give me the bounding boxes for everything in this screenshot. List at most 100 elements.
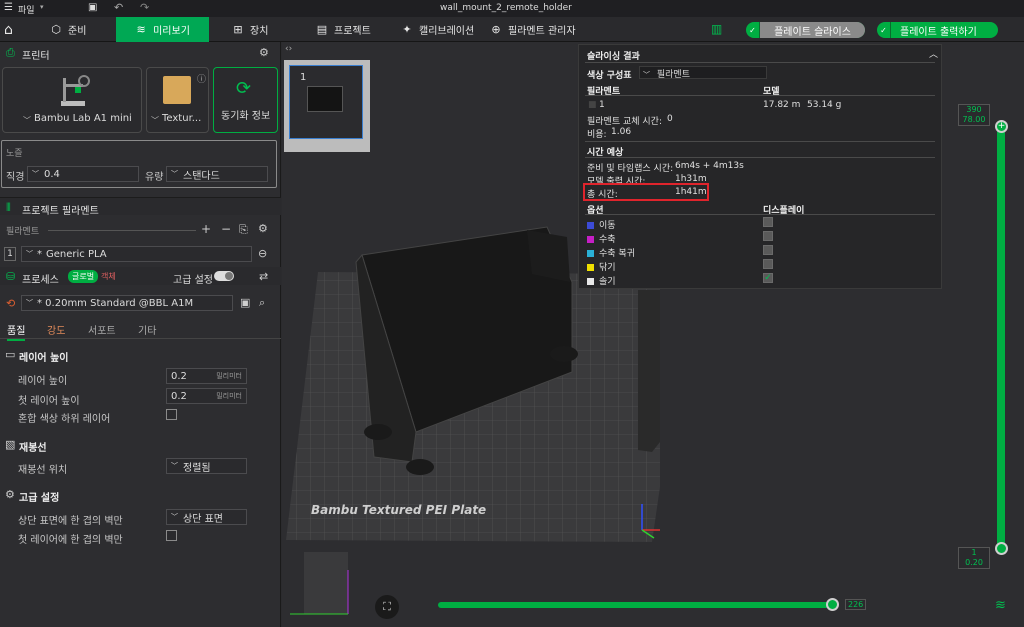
layer-height-input[interactable]: 0.2 밀리미터	[166, 368, 247, 384]
vertical-slider-top-handle[interactable]: +	[995, 120, 1008, 133]
nozzle-section-label: 노즐	[6, 149, 23, 159]
mixed-color-checkbox[interactable]	[166, 409, 177, 420]
slice-plate-button[interactable]: ✓ 플레이트 슬라이스	[746, 22, 865, 38]
vertical-slider-track[interactable]	[997, 128, 1005, 548]
top-wall-chevron-icon: ﹀	[171, 513, 178, 521]
home-button[interactable]: ⌂	[0, 17, 22, 42]
filament-settings-gear-icon[interactable]: ⚙	[258, 222, 268, 235]
horizontal-slider-track[interactable]	[438, 602, 833, 608]
option-unretract: 수축 복귀	[587, 246, 635, 259]
tab-project-label: 프로젝트	[334, 26, 371, 37]
retract-display-checkbox[interactable]	[763, 231, 773, 241]
results-divider-top	[585, 62, 935, 63]
device-icon: ⊞	[233, 22, 243, 36]
advanced-icon: ⚙	[5, 488, 15, 501]
diameter-select[interactable]: ﹀ 0.4	[27, 166, 139, 182]
filament-section-header: ⦀ 프로젝트 필라멘트	[0, 197, 281, 217]
profile-reset-icon[interactable]: ⟲	[6, 297, 15, 310]
layer-height-group-title: 레이어 높이	[19, 353, 69, 364]
unretract-label: 수축 복귀	[599, 249, 635, 259]
profile-search-icon[interactable]: ⌕	[259, 296, 265, 310]
top-wall-label: 상단 표면에 한 겹의 벽만	[18, 516, 123, 527]
process-icon: ⛁	[6, 270, 16, 283]
plate-type-card[interactable]: ⓘ ﹀ Textur...	[146, 67, 209, 133]
remove-filament-icon[interactable]: −	[221, 222, 231, 236]
top-wall-select[interactable]: ﹀ 상단 표면	[166, 509, 247, 525]
seam-chevron-icon: ﹀	[171, 462, 178, 470]
global-badge[interactable]: 글로벌	[68, 270, 99, 283]
travel-swatch	[587, 222, 594, 229]
seam-position-select[interactable]: ﹀ 정렬됨	[166, 458, 247, 474]
printer-image	[61, 75, 90, 106]
sync-info-button[interactable]: ⟳ 동기화 정보	[213, 67, 278, 133]
redo-icon[interactable]: ↷	[140, 1, 149, 14]
wipe-display-checkbox[interactable]	[763, 259, 773, 269]
view-cube-button[interactable]: ⛶	[375, 595, 399, 619]
object-badge[interactable]: 객체	[101, 271, 116, 282]
flow-select[interactable]: ﹀ 스탠다드	[166, 166, 268, 182]
seam-position-label: 재봉선 위치	[18, 465, 68, 476]
info-icon[interactable]: ⓘ	[197, 72, 206, 85]
filament-sync-icon[interactable]: ⎘	[239, 223, 248, 237]
tab-filament-manager[interactable]: ⊕ 필라멘트 관리자	[482, 17, 584, 42]
unretract-display-checkbox[interactable]	[763, 245, 773, 255]
tab-project[interactable]: ▤ 프로젝트	[308, 17, 379, 42]
tab-calibration[interactable]: ✦ 캘리브레이션	[393, 17, 482, 42]
option-seam: 솔기	[587, 274, 616, 287]
results-title: 슬라이싱 결과	[587, 52, 640, 62]
vertical-slider-bottom-handle[interactable]	[995, 542, 1008, 555]
diameter-chevron-icon: ﹀	[32, 170, 39, 178]
first-layer-height-value: 0.2	[171, 390, 187, 402]
first-layer-height-input[interactable]: 0.2 밀리미터	[166, 388, 247, 404]
tab-strength[interactable]: 강도	[47, 322, 65, 337]
flow-value: 스탠다드	[183, 170, 220, 182]
add-filament-icon[interactable]: +	[201, 222, 211, 236]
tab-prepare[interactable]: ⬡ 준비	[42, 17, 94, 42]
seam-display-checkbox[interactable]: ✓	[763, 273, 773, 283]
layer-height-value: 0.2	[171, 370, 187, 382]
menu-icon[interactable]: ☰	[4, 2, 13, 13]
first-wall-checkbox[interactable]	[166, 530, 177, 541]
menu-chevron-icon: ▾	[40, 3, 44, 11]
tab-preview[interactable]: ≋ 미리보기	[116, 17, 209, 42]
printer-section-header: ⎙ 프린터 ⚙	[0, 44, 281, 62]
results-divider-4	[585, 214, 935, 215]
horizontal-slider-handle[interactable]	[826, 598, 839, 611]
travel-display-checkbox[interactable]	[763, 217, 773, 227]
tab-device[interactable]: ⊞ 장치	[224, 17, 276, 42]
layers-stack-icon[interactable]: ≋	[995, 598, 1006, 613]
printer-settings-gear-icon[interactable]: ⚙	[259, 46, 269, 59]
bottom-slider-label: 1 0.20	[958, 547, 990, 569]
tab-others[interactable]: 기타	[138, 322, 156, 337]
tab-support[interactable]: 서포트	[88, 322, 116, 337]
sync-icon: ⟳	[236, 78, 252, 99]
top-slider-label: 390 78.00	[958, 104, 990, 126]
home-icon: ⌂	[4, 21, 13, 38]
save-icon[interactable]: ▣	[88, 2, 97, 13]
print-plate-button[interactable]: ✓ 플레이트 출력하기	[877, 22, 998, 38]
seam-swatch	[587, 278, 594, 285]
total-time-value: 1h41m	[675, 187, 707, 197]
plate-label: Bambu Textured PEI Plate	[311, 503, 487, 517]
compare-icon[interactable]: ⇄	[259, 270, 268, 283]
plate-layout-icon[interactable]: ▥	[711, 22, 722, 36]
collapse-results-icon[interactable]: ︿	[929, 47, 938, 60]
prep-time-label: 준비 및 타임랩스 시간:	[587, 164, 674, 174]
retract-swatch	[587, 236, 594, 243]
remove-slot-icon[interactable]: ⊖	[258, 247, 267, 260]
print-dropdown-icon[interactable]: ✓	[877, 22, 891, 38]
advanced-toggle[interactable]	[214, 271, 234, 281]
file-menu[interactable]: 파일	[18, 3, 35, 16]
view-cube-icon: ⛶	[383, 600, 391, 613]
slice-dropdown-icon[interactable]: ✓	[746, 22, 760, 38]
filament-select[interactable]: ﹀ * Generic PLA	[21, 246, 252, 262]
process-profile-select[interactable]: ﹀ * 0.20mm Standard @BBL A1M	[21, 295, 233, 311]
undo-icon[interactable]: ↶	[114, 1, 123, 14]
plate-image	[163, 76, 191, 104]
settings-sidebar: ⎙ 프린터 ⚙ ﹀ Bambu Lab A1 mini ⓘ ﹀ Textur..…	[0, 42, 281, 627]
color-scheme-select[interactable]: ﹀ 필라멘트	[639, 66, 767, 80]
first-layer-height-unit: 밀리미터	[216, 392, 242, 400]
profile-save-icon[interactable]: ▣	[240, 296, 250, 309]
printer-card[interactable]: ﹀ Bambu Lab A1 mini	[2, 67, 142, 133]
change-time-value: 0	[667, 114, 673, 124]
